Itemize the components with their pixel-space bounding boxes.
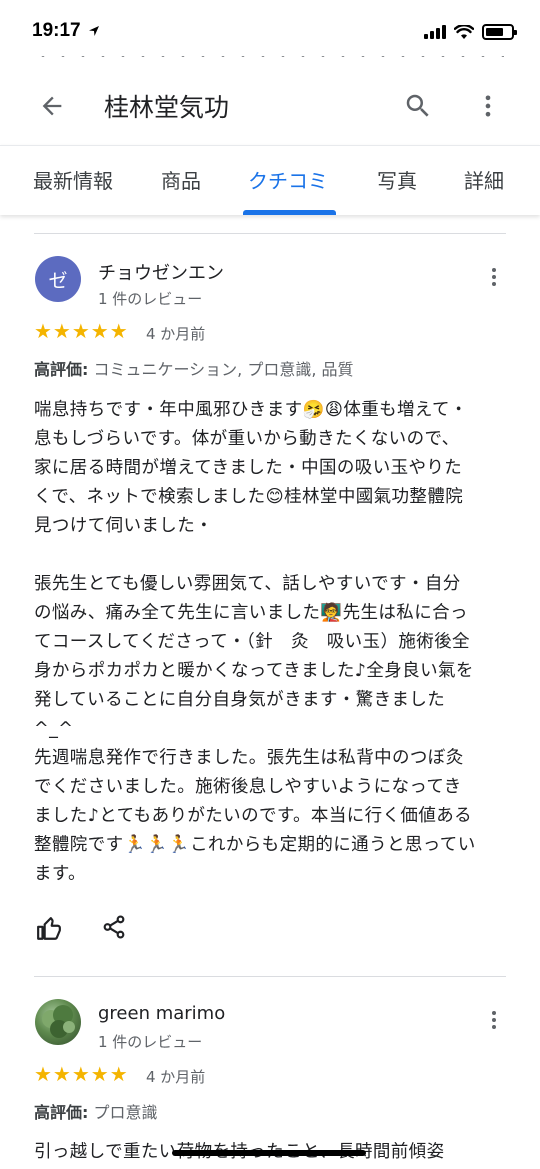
- clipped-text-line: ・・・・・・・・・・・・・・・・・・・・・・・・・・・・: [34, 56, 504, 67]
- thumb-up-icon: [37, 917, 61, 940]
- active-tab-indicator: [243, 210, 336, 215]
- home-indicator[interactable]: [172, 1150, 366, 1156]
- tab-products[interactable]: 商品: [161, 146, 201, 216]
- avatar[interactable]: ゼ: [35, 256, 81, 302]
- reviewer-name[interactable]: チョウゼンエン: [98, 259, 224, 285]
- status-time: 19:17: [32, 20, 81, 41]
- review-more-button[interactable]: [482, 265, 506, 289]
- location-arrow-icon: [89, 26, 99, 36]
- tab-photos[interactable]: 写真: [377, 146, 417, 216]
- more-vert-icon: [492, 268, 496, 286]
- status-bar: 19:17: [0, 0, 540, 62]
- divider: [34, 976, 506, 977]
- review-count[interactable]: 1 件のレビュー: [98, 1031, 202, 1052]
- share-icon: [103, 915, 125, 939]
- status-icons: [424, 24, 517, 40]
- review-date: 4 か月前: [146, 325, 206, 343]
- search-icon: [406, 94, 429, 117]
- review-highlights: 高評価: コミュニケーション, プロ意識, 品質: [34, 356, 354, 380]
- app-bar: 桂林堂気功: [0, 70, 540, 140]
- page-title: 桂林堂気功: [104, 93, 230, 122]
- back-button[interactable]: [34, 88, 70, 124]
- wifi-icon: [454, 24, 474, 39]
- more-vert-icon: [485, 95, 491, 117]
- highlights-text: プロ意識: [93, 1103, 158, 1122]
- tab-latest-info[interactable]: 最新情報: [33, 146, 113, 216]
- tab-details[interactable]: 詳細: [464, 146, 504, 216]
- review-date: 4 か月前: [146, 1068, 206, 1086]
- highlights-label: 高評価:: [34, 360, 89, 379]
- avatar[interactable]: [35, 999, 81, 1045]
- review-text: 喘息持ちです・年中風邪ひきます🤧😩体重も増えて・息もしづらいです。体が重いから動…: [34, 400, 476, 884]
- arrow-back-icon: [42, 96, 62, 116]
- review-count[interactable]: 1 件のレビュー: [98, 288, 202, 309]
- share-button[interactable]: [97, 910, 131, 944]
- cellular-signal-icon: [424, 25, 446, 39]
- like-button[interactable]: [32, 912, 66, 946]
- tab-bar: 最新情報 商品 クチコミ 写真 詳細: [0, 145, 540, 215]
- review-highlights: 高評価: プロ意識: [34, 1099, 158, 1123]
- star-rating: ★★★★★: [34, 1062, 129, 1086]
- more-options-button[interactable]: [470, 88, 506, 124]
- tab-reviews[interactable]: クチコミ: [248, 146, 328, 216]
- reviewer-name[interactable]: green marimo: [98, 1003, 225, 1024]
- divider: [34, 233, 506, 234]
- highlights-label: 高評価:: [34, 1103, 89, 1122]
- search-button[interactable]: [400, 88, 436, 124]
- star-rating: ★★★★★: [34, 319, 129, 343]
- highlights-text: コミュニケーション, プロ意識, 品質: [93, 360, 354, 379]
- more-vert-icon: [492, 1011, 496, 1029]
- avatar-photo: [42, 1005, 75, 1038]
- battery-icon: [482, 24, 517, 40]
- review-more-button[interactable]: [482, 1008, 506, 1032]
